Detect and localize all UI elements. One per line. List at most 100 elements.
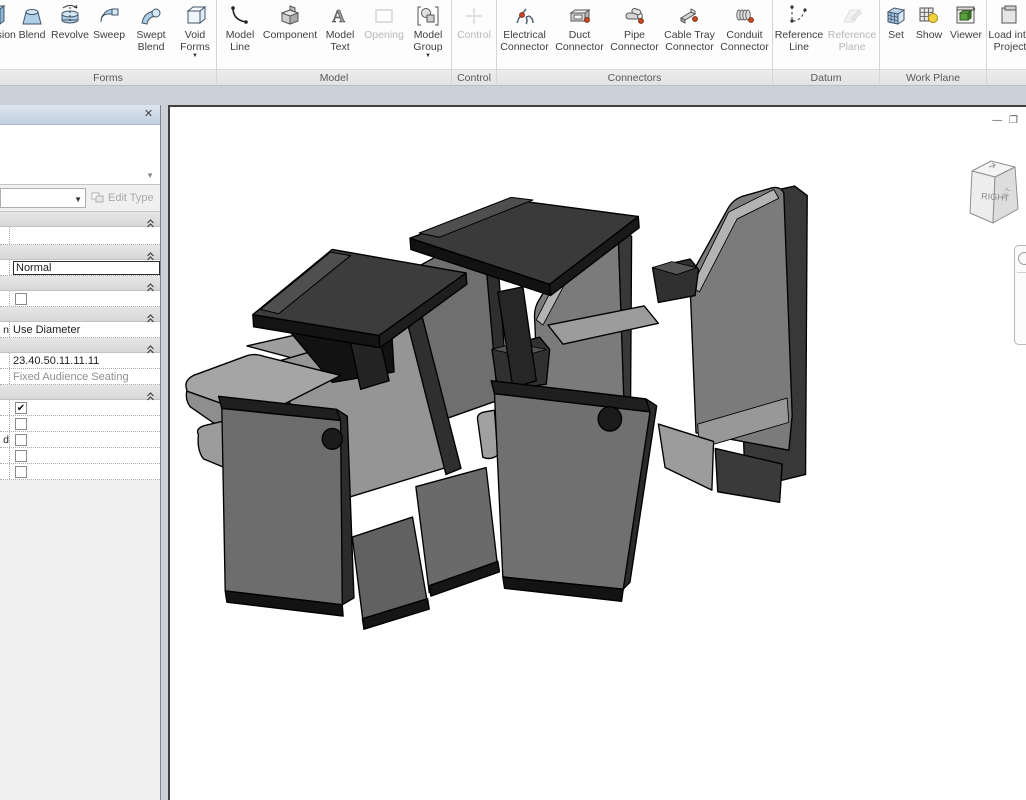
chevron-down-icon: ▼ <box>146 171 154 180</box>
duct-connector-button[interactable]: Duct Connector <box>552 1 607 53</box>
control-button: Control <box>452 1 496 42</box>
parameter-value[interactable] <box>10 450 160 462</box>
void-forms-label: Void Forms <box>174 30 216 53</box>
conduit-connector-icon <box>732 2 758 30</box>
parameter-value[interactable]: Fixed Audience Seating <box>10 371 160 383</box>
drawing-area-3d-view[interactable]: — ❐ RIGHT N·T <box>168 105 1026 800</box>
extrusion-button[interactable]: Extrusion <box>0 1 14 42</box>
navigation-bar[interactable] <box>1014 245 1026 345</box>
conduit-connector-button[interactable]: Conduit Connector <box>717 1 772 53</box>
reference-line-button[interactable]: Reference Line <box>773 1 825 53</box>
checkbox-unchecked[interactable] <box>15 450 27 462</box>
blend-button[interactable]: Blend <box>14 1 50 42</box>
chair-2-base[interactable] <box>352 468 499 630</box>
revolve-button[interactable]: Revolve <box>50 1 90 42</box>
panel-label: Work Plane <box>880 69 986 86</box>
properties-title-bar[interactable]: ✕ <box>0 105 160 125</box>
show-button[interactable]: Show <box>912 1 946 42</box>
model-group-button[interactable]: Model Group▼ <box>405 1 451 59</box>
parameter-value[interactable] <box>10 418 160 430</box>
swept-blend-icon <box>138 2 164 30</box>
value-input-focused[interactable]: Normal <box>13 261 160 275</box>
parameter-value[interactable] <box>10 466 160 478</box>
model-text-icon: A <box>327 2 353 30</box>
parameter-value-row <box>0 227 160 245</box>
filter-combo-row: ▼ Edit Type <box>0 185 160 211</box>
checkbox-unchecked[interactable] <box>15 466 27 478</box>
parameter-checkbox-row: d <box>0 432 160 448</box>
panel-label: Forms <box>0 69 216 86</box>
electrical-connector-icon <box>512 2 538 30</box>
parameter-value[interactable]: 23.40.50.11.11.11 <box>10 355 160 367</box>
parameter-value[interactable]: ✔ <box>10 402 160 414</box>
show-icon <box>916 2 942 30</box>
set-button[interactable]: Set <box>880 1 912 42</box>
chevron-down-icon: ▼ <box>74 195 82 204</box>
checkbox-unchecked[interactable] <box>15 418 27 430</box>
cable-tray-connector-button[interactable]: Cable Tray Connector <box>662 1 717 53</box>
close-icon[interactable]: ✕ <box>141 107 156 122</box>
ribbon-panel-connectors: Electrical ConnectorDuct ConnectorPipe C… <box>497 0 773 86</box>
chair-1-side-panel[interactable] <box>219 396 354 616</box>
steering-wheel-icon[interactable] <box>1018 252 1026 265</box>
revolve-label: Revolve <box>51 30 89 42</box>
parameter-value[interactable] <box>10 434 160 446</box>
sweep-label: Sweep <box>93 30 125 42</box>
parameter-value[interactable] <box>10 293 160 305</box>
load-into-project-icon <box>997 2 1023 30</box>
component-label: Component <box>263 30 317 42</box>
3d-model-audience-seating[interactable] <box>170 107 1026 800</box>
parameter-name-clipped <box>0 416 10 431</box>
duct-connector-icon <box>567 2 593 30</box>
pipe-connector-label: Pipe Connector <box>607 30 662 53</box>
checkbox-unchecked[interactable] <box>15 434 27 446</box>
electrical-connector-button[interactable]: Electrical Connector <box>497 1 552 53</box>
view-cube[interactable]: RIGHT N·T <box>962 151 1024 235</box>
pipe-connector-button[interactable]: Pipe Connector <box>607 1 662 53</box>
parameter-group-header <box>0 385 160 400</box>
parameter-name-clipped <box>0 400 10 415</box>
parameter-group-header <box>0 338 160 353</box>
reference-plane-label: Reference Plane <box>825 30 879 53</box>
chair-4[interactable] <box>653 186 808 502</box>
parameter-checkbox-row <box>0 448 160 464</box>
load-into-project-label: Load into Project <box>987 30 1026 53</box>
parameter-checkbox-row <box>0 416 160 432</box>
model-line-label: Model Line <box>217 30 263 53</box>
parameter-value[interactable]: Normal <box>10 261 160 275</box>
chevron-down-icon[interactable]: ▼ <box>425 54 431 59</box>
ribbon-panel-work-plane: Set ShowViewer Work Plane <box>880 0 987 86</box>
load-into-project-button[interactable]: Load into Project <box>987 1 1026 53</box>
parameter-name-clipped <box>0 448 10 463</box>
void-forms-icon <box>182 2 208 30</box>
filter-combobox[interactable]: ▼ <box>0 188 86 208</box>
parameter-name-clipped <box>0 464 10 479</box>
ribbon-panel-datum: Reference LineReference PlaneDatum <box>773 0 880 86</box>
ribbon-panel-family-editor: Load into Project <box>987 0 1026 86</box>
opening-button: Opening <box>363 1 405 42</box>
view-window-controls[interactable]: — ❐ <box>992 115 1020 126</box>
type-selector[interactable]: ▼ <box>0 125 160 185</box>
parameter-group-header <box>0 212 160 227</box>
svg-text:A: A <box>332 6 345 26</box>
chevron-down-icon[interactable]: ▼ <box>192 54 198 59</box>
model-line-button[interactable]: Model Line <box>217 1 263 53</box>
checkbox-unchecked[interactable] <box>15 293 27 305</box>
parameter-group-header <box>0 307 160 322</box>
parameter-value-row: Normal <box>0 260 160 276</box>
parameter-value-row: Fixed Audience Seating <box>0 369 160 385</box>
viewer-button[interactable]: Viewer <box>946 1 986 42</box>
void-forms-button[interactable]: Void Forms▼ <box>174 1 216 59</box>
component-button[interactable]: Component <box>263 1 317 42</box>
model-text-button[interactable]: AModel Text <box>317 1 363 53</box>
checkbox-checked[interactable]: ✔ <box>15 402 27 414</box>
parameter-name-clipped: n <box>0 322 10 337</box>
control-label: Control <box>457 30 491 42</box>
swept-blend-button[interactable]: Swept Blend <box>128 1 174 53</box>
parameter-value[interactable]: Use Diameter <box>10 324 160 336</box>
chair-3-side-panel[interactable] <box>477 381 656 602</box>
set-label: Set <box>888 30 904 42</box>
revolve-icon <box>57 2 83 30</box>
sweep-button[interactable]: Sweep <box>90 1 128 42</box>
ribbon-panel-model: Model LineComponentAModel TextOpeningMod… <box>217 0 452 86</box>
